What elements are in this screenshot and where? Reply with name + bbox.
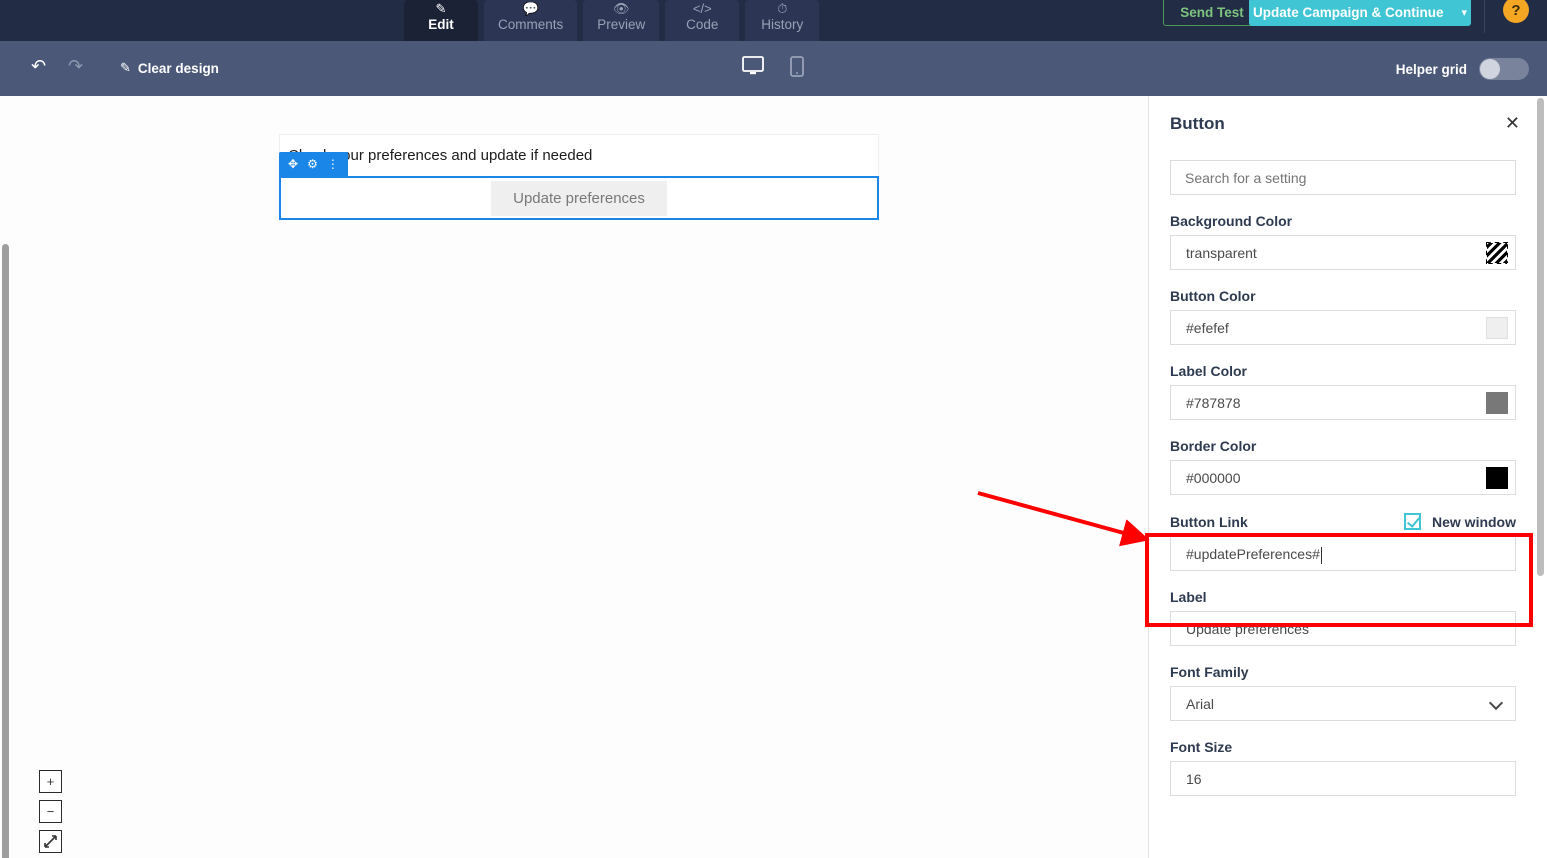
zoom-out-button[interactable]: − — [39, 800, 62, 823]
question-mark-icon: ? — [1511, 1, 1521, 19]
tab-preview[interactable]: 👁 Preview — [583, 0, 660, 41]
button-link-value: #updatePreferences# — [1171, 546, 1322, 564]
border-color-label: Border Color — [1170, 438, 1257, 454]
font-size-field[interactable]: 16 — [1170, 761, 1516, 796]
canvas-scrollbar[interactable] — [2, 244, 9, 858]
email-content: Check your preferences and update if nee… — [279, 134, 879, 220]
code-icon: </> — [692, 2, 712, 16]
update-campaign-continue-button[interactable]: Update Campaign & Continue ▾ — [1249, 0, 1471, 26]
undo-icon[interactable]: ↶ — [31, 57, 46, 75]
pencil-icon: ✎ — [435, 2, 447, 16]
email-builder-app: ✎ Edit 💬 Comments 👁 Preview </> Code ⏱ H… — [0, 0, 1547, 858]
settings-fields: Background Color transparent Button Colo… — [1170, 160, 1516, 796]
tab-history-label: History — [761, 17, 804, 32]
font-family-select[interactable]: Arial — [1170, 686, 1516, 721]
font-family-label: Font Family — [1170, 664, 1249, 680]
helper-grid-control: Helper grid — [1396, 58, 1529, 80]
label-field-label: Label — [1170, 589, 1207, 605]
helper-grid-label: Helper grid — [1395, 61, 1467, 77]
label-color-label: Label Color — [1170, 363, 1248, 379]
new-window-label: New window — [1432, 513, 1516, 530]
gear-icon[interactable]: ⚙ — [307, 158, 318, 170]
tab-history[interactable]: ⏱ History — [745, 0, 820, 41]
tab-comments-label: Comments — [498, 17, 564, 32]
desktop-icon[interactable] — [742, 56, 764, 82]
tab-preview-label: Preview — [597, 17, 646, 32]
border-color-field[interactable]: #000000 — [1170, 460, 1516, 495]
email-text-block[interactable]: Check your preferences and update if nee… — [279, 134, 879, 176]
tab-code-label: Code — [686, 17, 719, 32]
button-color-field[interactable]: #efefef — [1170, 310, 1516, 345]
send-test-label: Send Test — [1180, 4, 1244, 20]
email-canvas: Check your preferences and update if nee… — [0, 96, 1148, 858]
new-window-control[interactable]: New window — [1404, 513, 1516, 530]
chevron-down-icon[interactable]: ▾ — [1461, 6, 1467, 19]
tab-comments[interactable]: 💬 Comments — [484, 0, 578, 41]
font-size-value: 16 — [1186, 770, 1202, 787]
top-navigation-bar: ✎ Edit 💬 Comments 👁 Preview </> Code ⏱ H… — [0, 0, 1547, 41]
background-color-label: Background Color — [1170, 213, 1293, 229]
eraser-icon: ✎ — [120, 60, 131, 75]
font-family-value: Arial — [1186, 695, 1215, 712]
update-preferences-button-label: Update preferences — [513, 189, 645, 207]
background-color-field[interactable]: transparent — [1170, 235, 1516, 270]
label-color-value: #787878 — [1186, 394, 1241, 411]
eye-icon: 👁 — [613, 2, 630, 16]
label-color-swatch[interactable] — [1486, 392, 1508, 414]
editor-tabs: ✎ Edit 💬 Comments 👁 Preview </> Code ⏱ H… — [404, 0, 820, 41]
button-link-field[interactable]: #updatePreferences# — [1170, 536, 1516, 571]
helper-grid-toggle[interactable] — [1479, 58, 1529, 80]
help-button[interactable]: ? — [1503, 0, 1529, 23]
label-field[interactable]: Update preferences — [1170, 611, 1516, 646]
settings-panel-scrollbar[interactable] — [1537, 98, 1544, 576]
button-link-label: Button Link — [1170, 513, 1248, 530]
chevron-down-icon — [1488, 695, 1504, 711]
device-preview-toggles — [742, 56, 804, 82]
label-color-field[interactable]: #787878 — [1170, 385, 1516, 420]
clear-design-button[interactable]: ✎ Clear design — [120, 60, 219, 76]
clear-design-label: Clear design — [137, 60, 219, 76]
font-size-label: Font Size — [1170, 739, 1233, 755]
clock-icon: ⏱ — [777, 2, 788, 16]
zoom-in-button[interactable]: + — [39, 770, 62, 793]
tab-edit-label: Edit — [428, 17, 454, 32]
selected-button-block[interactable]: ✥ ⚙ ⋮ Update preferences — [279, 152, 879, 220]
update-campaign-label: Update Campaign & Continue — [1252, 4, 1444, 20]
comment-icon: 💬 — [522, 2, 539, 16]
canvas-zoom-controls: + − — [39, 770, 62, 853]
settings-panel: Button ✕ Background Color transparent Bu… — [1148, 96, 1547, 858]
button-color-swatch[interactable] — [1486, 317, 1508, 339]
border-color-value: #000000 — [1186, 469, 1241, 486]
update-preferences-button[interactable]: Update preferences — [491, 180, 667, 216]
more-vertical-icon[interactable]: ⋮ — [327, 158, 339, 170]
close-icon[interactable]: ✕ — [1505, 114, 1520, 132]
mobile-icon[interactable] — [790, 56, 804, 82]
toggle-knob — [1480, 59, 1500, 79]
label-field-value: Update preferences — [1186, 620, 1309, 637]
move-icon[interactable]: ✥ — [288, 158, 298, 170]
block-toolbar: ✥ ⚙ ⋮ — [279, 152, 348, 176]
zoom-fit-button[interactable] — [39, 830, 62, 853]
send-test-button[interactable]: Send Test — [1163, 0, 1261, 26]
button-color-label: Button Color — [1170, 288, 1256, 304]
tab-edit[interactable]: ✎ Edit — [404, 0, 478, 41]
border-color-swatch[interactable] — [1486, 467, 1508, 489]
redo-icon[interactable]: ↷ — [68, 57, 83, 75]
nav-divider — [1484, 0, 1485, 33]
settings-panel-title: Button — [1170, 114, 1225, 133]
button-color-value: #efefef — [1186, 319, 1229, 336]
tab-code[interactable]: </> Code — [665, 0, 740, 41]
background-color-value: transparent — [1186, 244, 1257, 261]
button-link-row: Button Link New window — [1170, 513, 1516, 530]
background-color-swatch[interactable] — [1486, 242, 1508, 264]
new-window-checkbox[interactable] — [1404, 513, 1421, 530]
setting-search-input[interactable] — [1170, 160, 1516, 195]
